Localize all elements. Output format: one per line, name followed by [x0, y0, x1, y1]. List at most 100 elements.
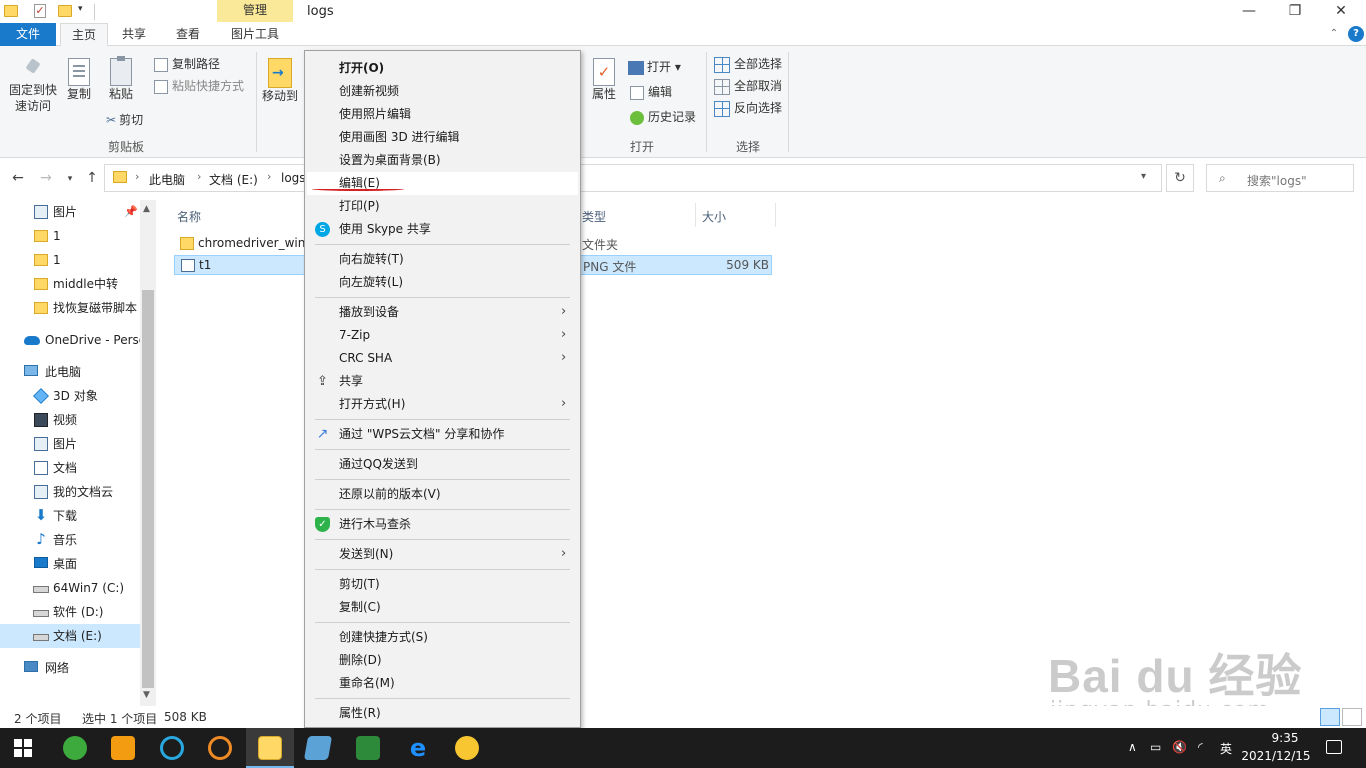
chevron-right-icon[interactable]: › [135, 170, 139, 183]
scroll-down-icon[interactable]: ▼ [143, 690, 150, 700]
invert-selection-button[interactable]: 反向选择 [714, 100, 782, 117]
up-arrow-icon[interactable]: ↑ [84, 170, 100, 186]
nav-item-drive-c[interactable]: 64Win7 (C:) [0, 576, 140, 600]
minimize-button[interactable]: — [1226, 0, 1272, 24]
menu-item-29[interactable]: 复制(C) [307, 596, 578, 619]
copy-button[interactable]: 复制 [62, 58, 96, 102]
quick-access-dropdown-icon[interactable]: ▾ [78, 4, 83, 14]
menu-item-7[interactable]: S 使用 Skype 共享 [307, 218, 578, 241]
select-all-button[interactable]: 全部选择 [714, 56, 782, 73]
nav-item-3d-objects[interactable]: 3D 对象 [0, 384, 140, 408]
collapse-ribbon-icon[interactable]: ⌃ [1326, 26, 1342, 42]
menu-item-18[interactable]: ↗ 通过 "WPS云文档" 分享和协作 [307, 423, 578, 446]
windows-start-icon[interactable] [14, 739, 32, 757]
menu-item-1[interactable]: 创建新视频 [307, 80, 578, 103]
menu-item-2[interactable]: 使用照片编辑 [307, 103, 578, 126]
details-view-button[interactable] [1320, 708, 1340, 726]
menu-item-10[interactable]: 向左旋转(L) [307, 271, 578, 294]
menu-item-26[interactable]: 发送到(N) › [307, 543, 578, 566]
copy-path-button[interactable]: 复制路径 [154, 56, 220, 72]
menu-item-4[interactable]: 设置为桌面背景(B) [307, 149, 578, 172]
menu-item-9[interactable]: 向右旋转(T) [307, 248, 578, 271]
nav-item-pictures[interactable]: 图片 [0, 432, 140, 456]
file-explorer-taskbar-button[interactable] [246, 728, 294, 768]
menu-item-28[interactable]: 剪切(T) [307, 573, 578, 596]
notification-icon[interactable] [1326, 740, 1342, 754]
menu-item-22[interactable]: 还原以前的版本(V) [307, 483, 578, 506]
help-icon[interactable]: ? [1348, 26, 1364, 42]
move-to-button[interactable]: 移动到 [260, 58, 300, 104]
nav-item-downloads[interactable]: ⬇ 下载 [0, 504, 140, 528]
select-none-button[interactable]: 全部取消 [714, 78, 782, 95]
tab-file[interactable]: 文件 [0, 23, 56, 46]
ime-indicator[interactable]: 英 [1220, 740, 1232, 757]
app-notes-icon[interactable] [303, 736, 333, 760]
nav-item-music[interactable]: ♪ 音乐 [0, 528, 140, 552]
edit-button[interactable]: 编辑 [630, 84, 672, 100]
scroll-up-icon[interactable]: ▲ [143, 204, 150, 214]
nav-item-documents[interactable]: 文档 [0, 456, 140, 480]
menu-item-6[interactable]: 打印(P) [307, 195, 578, 218]
chevron-down-icon[interactable]: ▾ [1141, 171, 1146, 182]
nav-item-folder-1[interactable]: 1 [0, 224, 140, 248]
breadcrumb-logs[interactable]: logs [281, 171, 306, 185]
pin-icon[interactable]: 📌 [124, 200, 138, 224]
app-search-icon[interactable] [160, 736, 184, 760]
breadcrumb-this-pc[interactable]: 此电脑 [149, 171, 185, 188]
nav-item-this-pc[interactable]: 此电脑 [0, 360, 140, 384]
app-qq-icon[interactable] [455, 736, 479, 760]
scrollbar-thumb[interactable] [142, 290, 154, 688]
large-icons-view-button[interactable] [1342, 708, 1362, 726]
nav-item-network[interactable]: 网络 [0, 656, 140, 680]
paste-shortcut-button[interactable]: 粘贴快捷方式 [154, 78, 244, 94]
column-header-type[interactable]: 类型 [582, 208, 606, 225]
menu-item-35[interactable]: 属性(R) [307, 702, 578, 725]
tab-picture-tools[interactable]: 图片工具 [217, 23, 293, 46]
nav-item-onedrive[interactable]: OneDrive - Perso [0, 328, 140, 352]
tab-view[interactable]: 查看 [166, 23, 210, 46]
history-button[interactable]: 历史记录 [630, 109, 696, 125]
nav-item-doc-cloud[interactable]: 我的文档云 [0, 480, 140, 504]
menu-item-5[interactable]: 编辑(E) [307, 172, 578, 195]
cut-button[interactable]: ✂ 剪切 [106, 112, 143, 128]
internet-explorer-icon[interactable]: e [406, 736, 430, 760]
back-arrow-icon[interactable]: ← [10, 170, 26, 186]
paste-button[interactable]: 粘贴 [104, 56, 138, 102]
properties-quick-icon[interactable]: ✓ [34, 4, 48, 18]
nav-item-middle[interactable]: middle中转 [0, 272, 140, 296]
menu-item-20[interactable]: 通过QQ发送到 [307, 453, 578, 476]
app-360-icon[interactable] [63, 736, 87, 760]
menu-item-3[interactable]: 使用画图 3D 进行编辑 [307, 126, 578, 149]
tab-share[interactable]: 共享 [112, 23, 156, 46]
battery-icon[interactable]: ▭ [1150, 740, 1161, 754]
properties-button[interactable]: ✓ 属性 [588, 58, 620, 102]
nav-item-drive-e[interactable]: 文档 (E:) [0, 624, 140, 648]
app-chart-icon[interactable] [356, 736, 380, 760]
menu-item-15[interactable]: ⇪ 共享 [307, 370, 578, 393]
menu-item-0[interactable]: 打开(O) [307, 57, 578, 80]
chevron-right-icon[interactable]: › [267, 170, 271, 183]
menu-item-31[interactable]: 创建快捷方式(S) [307, 626, 578, 649]
nav-pane-scrollbar[interactable]: ▲ ▼ [140, 200, 156, 706]
tab-home[interactable]: 主页 [60, 23, 108, 47]
forward-arrow-icon[interactable]: → [38, 170, 54, 186]
nav-item-drive-d[interactable]: 软件 (D:) [0, 600, 140, 624]
menu-item-16[interactable]: 打开方式(H) › [307, 393, 578, 416]
tray-chevron-icon[interactable]: ∧ [1128, 740, 1137, 754]
chevron-right-icon[interactable]: › [197, 170, 201, 183]
column-header-name[interactable]: 名称 [177, 208, 201, 225]
column-header-size[interactable]: 大小 [702, 208, 726, 225]
nav-item-desktop[interactable]: 桌面 [0, 552, 140, 576]
nav-item-folder-1b[interactable]: 1 [0, 248, 140, 272]
open-button[interactable]: 打开 ▾ [628, 59, 681, 75]
nav-item-tape-script[interactable]: 找恢复磁带脚本 [0, 296, 140, 320]
menu-item-14[interactable]: CRC SHA › [307, 347, 578, 370]
volume-mute-icon[interactable]: 🔇 [1172, 740, 1187, 754]
search-input[interactable]: ⌕ 搜索"logs" [1206, 164, 1354, 192]
menu-item-12[interactable]: 播放到设备 › [307, 301, 578, 324]
app-magnifier-icon[interactable] [208, 736, 232, 760]
pin-quick-access-button[interactable]: 固定到快 速访问 [6, 60, 60, 114]
wifi-icon[interactable]: ◜ [1198, 740, 1203, 754]
refresh-button[interactable]: ↻ [1166, 164, 1194, 192]
menu-item-32[interactable]: 删除(D) [307, 649, 578, 672]
